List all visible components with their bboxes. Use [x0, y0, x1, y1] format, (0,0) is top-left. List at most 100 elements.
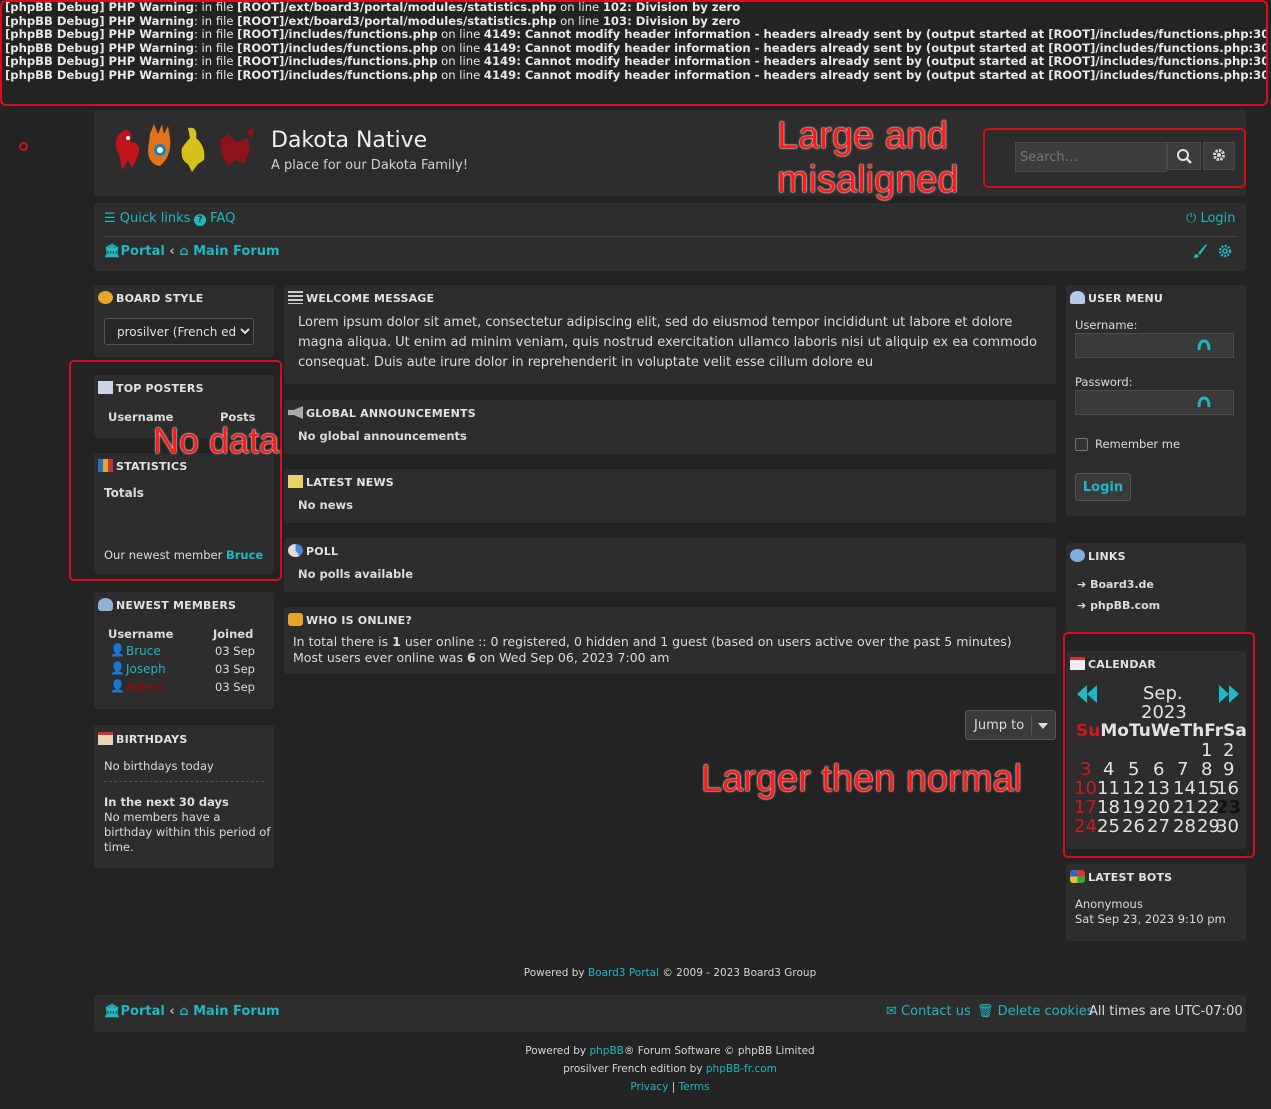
arrow-circle-icon: ➔: [1077, 599, 1087, 612]
advanced-search-button[interactable]: [1203, 142, 1235, 170]
who-online-title: WHO IS ONLINE?: [288, 613, 412, 627]
gear-icon: [1213, 149, 1225, 161]
breadcrumb-forum-label: Main Forum: [193, 1004, 280, 1019]
settings-toggle[interactable]: [1217, 243, 1233, 263]
weekday-label: Fr: [1204, 721, 1224, 741]
privacy-link[interactable]: Privacy: [630, 1081, 668, 1093]
faq-link[interactable]: ? FAQ: [194, 211, 235, 226]
calendar-day[interactable]: 4: [1103, 759, 1114, 780]
quick-links-menu[interactable]: ☰ Quick links: [104, 211, 190, 226]
news-panel: LATEST NEWS No news: [284, 469, 1056, 523]
site-logo[interactable]: [108, 120, 258, 176]
calendar-day[interactable]: 6: [1153, 759, 1164, 780]
member-name-link[interactable]: Admin: [126, 680, 164, 694]
navbar: [94, 203, 1246, 271]
gear-outline-icon: [1218, 244, 1232, 258]
breadcrumb-portal[interactable]: 🏛Portal: [104, 244, 165, 259]
calendar-day[interactable]: 28: [1173, 816, 1196, 837]
megaphone-icon: [288, 406, 303, 419]
calendar-next-month[interactable]: [1218, 683, 1240, 708]
site-title[interactable]: Dakota Native: [271, 128, 427, 153]
member-joined: 03 Sep: [215, 662, 255, 676]
search-input[interactable]: [1015, 142, 1167, 172]
delete-cookies-link[interactable]: 🗑 Delete cookies: [977, 1004, 1093, 1019]
footer-breadcrumb: 🏛Portal ‹ ⌂ Main Forum: [104, 1004, 280, 1019]
breadcrumb-forum[interactable]: ⌂ Main Forum: [179, 1004, 279, 1019]
poll-empty: No polls available: [298, 567, 414, 581]
timezone-text: All times are UTC-07:00: [1089, 1004, 1243, 1019]
contact-us-link[interactable]: ✉ Contact us: [886, 1004, 971, 1019]
bot-name: Anonymous: [1075, 897, 1143, 911]
poll-panel: POLL No polls available: [284, 538, 1056, 592]
phpbb-fr-link[interactable]: phpBB-fr.com: [706, 1063, 777, 1075]
calendar-day[interactable]: 8: [1201, 759, 1212, 780]
annotation-circle: [19, 142, 28, 151]
bot-icon: [1070, 870, 1085, 883]
calendar-day[interactable]: 21: [1173, 797, 1196, 818]
jump-to-button[interactable]: Jump to: [965, 710, 1056, 740]
search-button[interactable]: [1167, 142, 1201, 170]
calendar-day[interactable]: 16: [1216, 778, 1239, 799]
calendar-day[interactable]: 24: [1074, 816, 1097, 837]
calendar-day[interactable]: 12: [1122, 778, 1145, 799]
calendar-icon: [1070, 657, 1085, 670]
board3-portal-link[interactable]: Board3 Portal: [588, 967, 659, 979]
link-board3[interactable]: ➔ Board3.de: [1077, 578, 1154, 591]
calendar-day[interactable]: 1: [1201, 740, 1212, 761]
welcome-text-line: consequat. Duis aute irure dolor in repr…: [298, 355, 874, 370]
user-icon: [1070, 291, 1085, 304]
calendar-day[interactable]: 3: [1080, 759, 1091, 780]
calendar-day[interactable]: 11: [1097, 778, 1120, 799]
users-icon: [98, 598, 113, 611]
remember-checkbox[interactable]: [1075, 438, 1088, 451]
breadcrumb-portal-label: Portal: [120, 244, 165, 259]
login-button[interactable]: Login: [1075, 473, 1131, 501]
calendar-day[interactable]: 27: [1147, 816, 1170, 837]
calendar-day[interactable]: 5: [1128, 759, 1139, 780]
calendar-day-today[interactable]: 23: [1216, 797, 1241, 818]
links-title: LINKS: [1070, 549, 1126, 563]
site-description: A place for our Dakota Family!: [271, 158, 469, 173]
breadcrumb-portal[interactable]: 🏛Portal: [104, 1004, 165, 1019]
newest-member-line: Our newest member Bruce: [104, 548, 264, 562]
birthday-divider: [104, 781, 264, 782]
style-select[interactable]: prosilver (French ed: [104, 318, 254, 345]
member-name-link[interactable]: Joseph: [126, 662, 166, 676]
quick-links-label: Quick links: [119, 211, 191, 226]
calendar-day[interactable]: 26: [1122, 816, 1145, 837]
password-field[interactable]: [1075, 390, 1234, 415]
calendar-day[interactable]: 13: [1147, 778, 1170, 799]
edition-credit: prosilver French edition by phpBB-fr.com: [563, 1063, 777, 1075]
member-name-link[interactable]: Bruce: [126, 644, 161, 658]
calendar-day[interactable]: 19: [1122, 797, 1145, 818]
announcements-empty: No global announcements: [298, 429, 467, 443]
calendar-day[interactable]: 17: [1074, 797, 1097, 818]
style-switcher[interactable]: [1192, 243, 1208, 263]
calendar-day[interactable]: 18: [1097, 797, 1120, 818]
username-field[interactable]: [1075, 333, 1234, 358]
online-line-1: In total there is 1 user online :: 0 reg…: [293, 634, 1012, 649]
calendar-day[interactable]: 25: [1097, 816, 1120, 837]
calendar-day[interactable]: 30: [1216, 816, 1239, 837]
calendar-day[interactable]: 2: [1223, 740, 1234, 761]
weekday-label: Tu: [1128, 721, 1151, 741]
breadcrumb-forum[interactable]: ⌂ Main Forum: [179, 244, 279, 259]
calendar-prev-month[interactable]: [1076, 683, 1098, 708]
bot-time: Sat Sep 23, 2023 9:10 pm: [1075, 912, 1226, 926]
phpbb-link[interactable]: phpBB: [589, 1045, 623, 1057]
envelope-icon: ✉: [886, 1004, 897, 1019]
login-link[interactable]: ⏻ Login: [1186, 211, 1236, 226]
terms-link[interactable]: Terms: [679, 1081, 710, 1093]
calendar-day[interactable]: 7: [1177, 759, 1188, 780]
legal-links: Privacy | Terms: [0, 1081, 1271, 1093]
next-30-line: time.: [104, 840, 134, 854]
member-joined: 03 Sep: [215, 644, 255, 658]
calendar-day[interactable]: 14: [1173, 778, 1196, 799]
newest-member-link[interactable]: Bruce: [226, 548, 263, 562]
calendar-day[interactable]: 9: [1223, 759, 1234, 780]
calendar-day[interactable]: 10: [1074, 778, 1097, 799]
breadcrumb-portal-label: Portal: [120, 1004, 165, 1019]
birthdays-title: BIRTHDAYS: [98, 732, 187, 746]
link-phpbb[interactable]: ➔ phpBB.com: [1077, 599, 1160, 612]
calendar-day[interactable]: 20: [1147, 797, 1170, 818]
